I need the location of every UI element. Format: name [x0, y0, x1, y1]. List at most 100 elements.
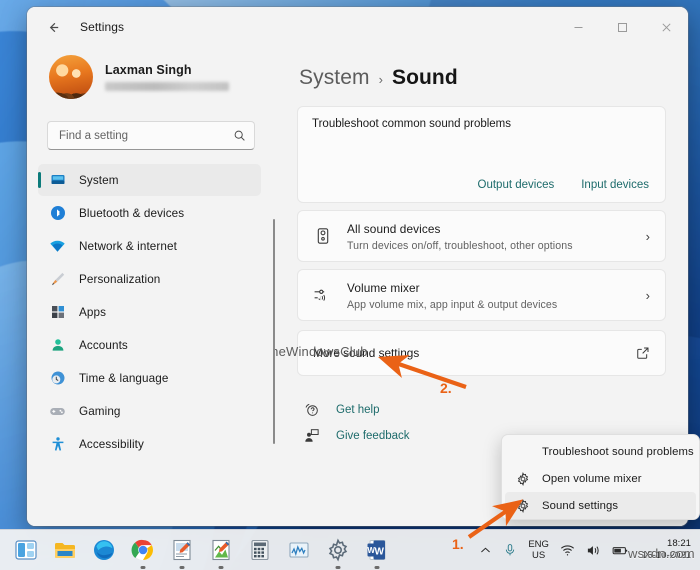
- sidebar-item-label: Personalization: [79, 273, 160, 286]
- search-box[interactable]: [47, 121, 255, 150]
- gear-icon: [514, 499, 531, 513]
- svg-text:W: W: [367, 546, 375, 555]
- sidebar-item-personalization[interactable]: Personalization: [38, 263, 261, 295]
- taskbar-app-microsoft-word[interactable]: W W: [364, 538, 389, 563]
- row-title: All sound devices: [347, 222, 441, 236]
- tray-clock[interactable]: 18:21 15-10-2021: [642, 538, 691, 562]
- annotation-label-two: 2.: [440, 380, 452, 396]
- output-devices-link[interactable]: Output devices: [478, 179, 555, 191]
- row-title: Volume mixer: [347, 281, 420, 295]
- feedback-person-icon: [302, 428, 322, 444]
- input-devices-link[interactable]: Input devices: [581, 179, 649, 191]
- sidebar: Laxman Singh: [27, 47, 275, 526]
- sidebar-item-network-internet[interactable]: Network & internet: [38, 230, 261, 262]
- tray-wifi-icon[interactable]: [560, 543, 575, 558]
- gamepad-icon: [49, 403, 66, 420]
- menu-item-label: Sound settings: [542, 500, 618, 512]
- svg-text:W: W: [374, 546, 384, 557]
- breadcrumb-separator: ›: [379, 72, 383, 87]
- breadcrumb-parent[interactable]: System: [299, 66, 370, 90]
- accessibility-icon: [49, 436, 66, 453]
- search-icon: [233, 129, 246, 142]
- sound-context-menu: Troubleshoot sound problems Open volume …: [501, 434, 700, 520]
- sidebar-item-label: Gaming: [79, 405, 121, 418]
- paintbrush-icon: [49, 271, 66, 288]
- taskbar-app-performance-monitor[interactable]: [286, 538, 311, 563]
- troubleshoot-card: Troubleshoot common sound problems Outpu…: [297, 106, 666, 203]
- menu-item-sound-settings[interactable]: Sound settings: [505, 492, 696, 519]
- user-profile[interactable]: Laxman Singh: [27, 47, 275, 109]
- row-text: All sound devices Turn devices on/off, t…: [347, 220, 646, 252]
- sidebar-item-accounts[interactable]: Accounts: [38, 329, 261, 361]
- troubleshoot-title: Troubleshoot common sound problems: [312, 118, 651, 130]
- microphone-icon[interactable]: [503, 543, 517, 557]
- system-tray: ENG US 18:21 15-10-: [479, 538, 691, 562]
- bluetooth-icon: [49, 205, 66, 222]
- menu-item-troubleshoot-sound-problems[interactable]: Troubleshoot sound problems: [505, 438, 696, 465]
- window-titlebar: Settings: [27, 7, 688, 47]
- sidebar-item-system[interactable]: System: [38, 164, 261, 196]
- maximize-button[interactable]: [600, 7, 644, 47]
- taskbar: W W ENG US: [0, 529, 700, 570]
- search-input[interactable]: [59, 130, 233, 142]
- sidebar-item-label: Apps: [79, 306, 106, 319]
- taskbar-app-google-chrome[interactable]: [130, 538, 155, 563]
- sidebar-item-label: System: [79, 174, 119, 187]
- row-text: Volume mixer App volume mix, app input &…: [347, 279, 646, 311]
- minimize-button[interactable]: [556, 7, 600, 47]
- sidebar-item-time-language[interactable]: Time & language: [38, 362, 261, 394]
- speaker-icon: [312, 227, 334, 245]
- person-icon: [49, 337, 66, 354]
- sidebar-item-bluetooth-devices[interactable]: Bluetooth & devices: [38, 197, 261, 229]
- menu-item-open-volume-mixer[interactable]: Open volume mixer: [505, 465, 696, 492]
- taskbar-apps: W W: [13, 538, 389, 563]
- troubleshoot-links: Output devices Input devices: [478, 179, 649, 191]
- taskbar-app-file-explorer[interactable]: [52, 538, 77, 563]
- sidebar-item-label: Bluetooth & devices: [79, 207, 184, 220]
- menu-item-label: Troubleshoot sound problems: [542, 446, 694, 458]
- page-title: Sound: [392, 66, 458, 90]
- monitor-icon: [49, 172, 66, 189]
- taskbar-app-settings[interactable]: [325, 538, 350, 563]
- help-question-icon: [302, 402, 322, 418]
- search-container: [27, 109, 275, 150]
- sidebar-nav: System Bluetooth & devices: [27, 164, 275, 460]
- avatar: [49, 55, 93, 99]
- profile-name: Laxman Singh: [105, 63, 229, 77]
- taskbar-app-widgets[interactable]: [13, 538, 38, 563]
- sidebar-item-gaming[interactable]: Gaming: [38, 395, 261, 427]
- breadcrumb: System › Sound: [299, 66, 666, 90]
- menu-item-label: Open volume mixer: [542, 473, 642, 485]
- more-sound-settings-row[interactable]: More sound settings: [297, 330, 666, 376]
- tray-battery-icon[interactable]: [612, 543, 629, 558]
- row-subtitle: Turn devices on/off, troubleshoot, other…: [347, 240, 646, 252]
- tray-date: 15-10-2021: [642, 550, 691, 561]
- all-sound-devices-row[interactable]: All sound devices Turn devices on/off, t…: [297, 210, 666, 262]
- taskbar-app-calculator[interactable]: [247, 538, 272, 563]
- sidebar-item-label: Accounts: [79, 339, 128, 352]
- sidebar-item-apps[interactable]: Apps: [38, 296, 261, 328]
- get-help-link[interactable]: Get help: [302, 397, 666, 423]
- help-link-label: Get help: [336, 404, 379, 416]
- sidebar-item-label: Network & internet: [79, 240, 177, 253]
- tray-language-secondary: US: [532, 550, 545, 561]
- apps-grid-icon: [49, 304, 66, 321]
- chevron-right-icon: ›: [646, 288, 650, 303]
- back-button[interactable]: [38, 12, 68, 42]
- taskbar-app-snipping-tool[interactable]: [169, 538, 194, 563]
- volume-mixer-row[interactable]: Volume mixer App volume mix, app input &…: [297, 269, 666, 321]
- sidebar-item-accessibility[interactable]: Accessibility: [38, 428, 261, 460]
- taskbar-app-paint-editor[interactable]: [208, 538, 233, 563]
- help-link-label: Give feedback: [336, 430, 410, 442]
- tray-time: 18:21: [667, 538, 691, 549]
- taskbar-app-microsoft-edge[interactable]: [91, 538, 116, 563]
- profile-text: Laxman Singh: [105, 63, 229, 91]
- close-button[interactable]: [644, 7, 688, 47]
- volume-mixer-icon: [312, 286, 334, 304]
- profile-email-redacted: [105, 82, 229, 91]
- gear-icon: [514, 472, 531, 486]
- tray-chevron-up-icon[interactable]: [479, 544, 492, 557]
- tray-language-indicator[interactable]: ENG US: [528, 539, 549, 561]
- window-controls: [556, 7, 688, 47]
- tray-volume-icon[interactable]: [586, 543, 601, 558]
